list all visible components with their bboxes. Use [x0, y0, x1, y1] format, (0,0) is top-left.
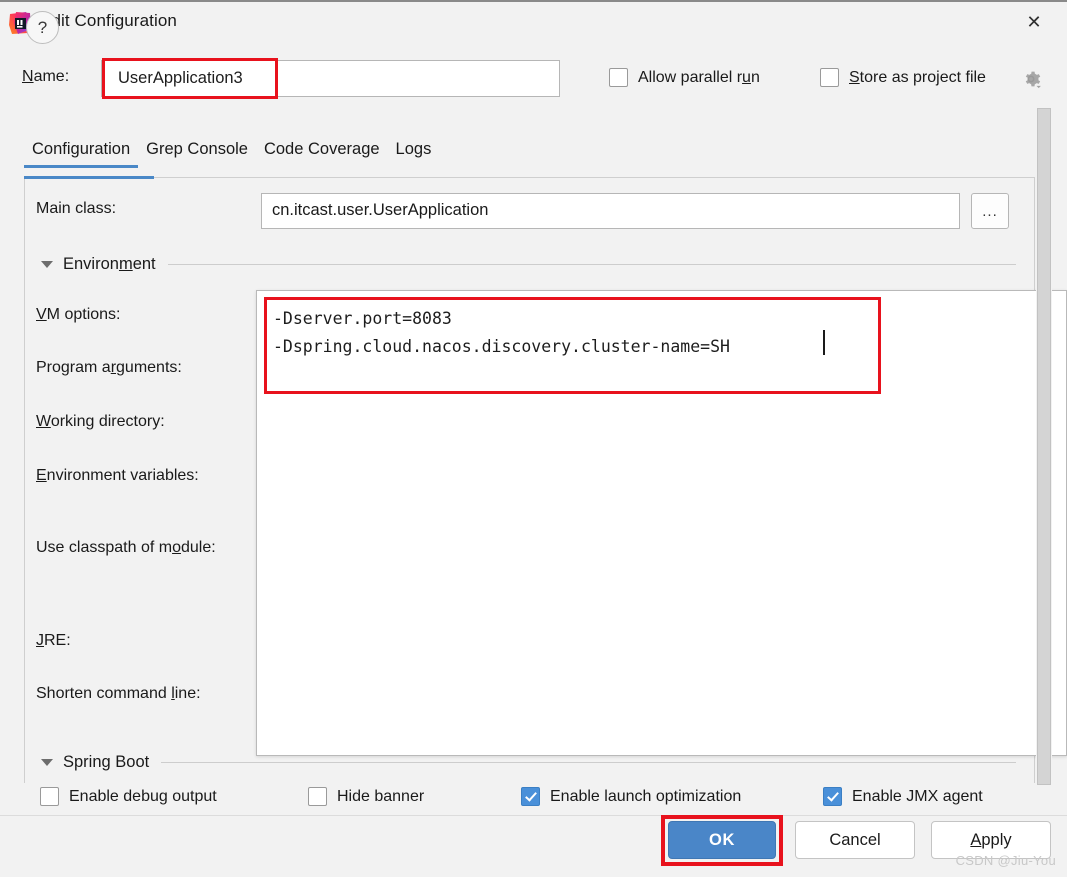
jre-label-mnemonic: J — [36, 632, 44, 649]
tab-logs[interactable]: Logs — [388, 140, 440, 168]
text-caret — [823, 330, 825, 355]
environment-variables-label: Environment variables: — [36, 467, 199, 485]
hide-banner-checkbox-box[interactable] — [308, 787, 327, 806]
title-bar: Edit Configuration ✕ — [0, 0, 1067, 42]
jre-label-post: RE: — [44, 632, 71, 649]
main-class-input-value: cn.itcast.user.UserApplication — [272, 201, 488, 220]
progargs-label-pre: Program a — [36, 359, 111, 376]
workdir-label-mnemonic: W — [36, 413, 51, 430]
store-label-post: tore as project file — [860, 69, 986, 86]
enable-launch-optimization-checkbox-box[interactable] — [521, 787, 540, 806]
store-as-project-file-checkbox-box[interactable] — [820, 68, 839, 87]
vertical-scrollbar-thumb[interactable] — [1037, 108, 1051, 785]
vm-options-expanded-editor[interactable]: -Dserver.port=8083 -Dspring.cloud.nacos.… — [256, 290, 1067, 756]
chevron-down-icon — [41, 261, 53, 268]
workdir-label-post: orking directory: — [51, 413, 165, 430]
tab-grep-console[interactable]: Grep Console — [138, 140, 256, 168]
ok-button[interactable]: OK — [668, 821, 776, 859]
allow-parallel-run-label-post: n — [751, 69, 760, 86]
env-title-pre: Environ — [63, 255, 119, 273]
allow-parallel-run-checkbox-box[interactable] — [609, 68, 628, 87]
environment-section-header[interactable]: Environment — [41, 255, 1016, 274]
env-title-post: ent — [133, 255, 156, 273]
spring-boot-section-header[interactable]: Spring Boot — [41, 753, 1016, 772]
progargs-label-post: guments: — [116, 359, 182, 376]
enable-launch-optimization-checkbox[interactable]: Enable launch optimization — [521, 787, 741, 806]
shorten-label-pre: Shorten command — [36, 685, 171, 702]
name-input[interactable]: UserApplication3 — [101, 60, 560, 97]
name-input-value: UserApplication3 — [118, 69, 243, 88]
apply-label-mnemonic: A — [970, 831, 981, 850]
name-label-rest: ame: — [34, 68, 70, 85]
environment-section-title: Environment — [63, 255, 156, 274]
vm-label-mnemonic: V — [36, 306, 47, 323]
gear-icon[interactable] — [1020, 68, 1042, 90]
close-icon[interactable]: ✕ — [1007, 4, 1061, 40]
store-as-project-file-label: Store as project file — [849, 69, 986, 87]
allow-parallel-run-label-pre: Allow parallel r — [638, 69, 742, 86]
name-label-mnemonic: N — [22, 68, 34, 85]
edit-configuration-dialog: Edit Configuration ✕ Name: UserApplicati… — [0, 0, 1067, 877]
vm-options-text: -Dserver.port=8083 -Dspring.cloud.nacos.… — [273, 305, 730, 361]
main-class-label: Main class: — [36, 200, 116, 218]
name-label: Name: — [22, 68, 69, 86]
envvars-label-mnemonic: E — [36, 467, 47, 484]
enable-debug-output-label: Enable debug output — [69, 788, 217, 806]
shorten-label-post: ine: — [175, 685, 201, 702]
tab-code-coverage[interactable]: Code Coverage — [256, 140, 388, 168]
allow-parallel-run-label: Allow parallel run — [638, 69, 760, 87]
enable-jmx-agent-checkbox[interactable]: Enable JMX agent — [823, 787, 983, 806]
enable-launch-optimization-label: Enable launch optimization — [550, 788, 741, 806]
working-directory-label: Working directory: — [36, 413, 165, 431]
classpath-label-pre: Use classpath of m — [36, 539, 172, 556]
envvars-label-post: nvironment variables: — [47, 467, 199, 484]
vm-options-label: VM options: — [36, 306, 120, 324]
active-tab-indicator — [24, 176, 154, 179]
section-divider — [168, 264, 1016, 265]
enable-debug-output-checkbox[interactable]: Enable debug output — [40, 787, 217, 806]
enable-jmx-agent-label: Enable JMX agent — [852, 788, 983, 806]
spring-boot-section-title: Spring Boot — [63, 753, 149, 772]
hide-banner-checkbox[interactable]: Hide banner — [308, 787, 424, 806]
main-class-browse-button[interactable]: ... — [971, 193, 1009, 229]
shorten-command-line-label: Shorten command line: — [36, 685, 201, 703]
window-title: Edit Configuration — [40, 11, 177, 31]
section-divider — [161, 762, 1016, 763]
allow-parallel-run-checkbox[interactable]: Allow parallel run — [609, 68, 760, 87]
enable-jmx-agent-checkbox-box[interactable] — [823, 787, 842, 806]
allow-parallel-run-label-mnemonic: u — [742, 69, 751, 86]
enable-debug-output-checkbox-box[interactable] — [40, 787, 59, 806]
classpath-label-post: dule: — [181, 539, 216, 556]
jre-label: JRE: — [36, 632, 71, 650]
help-icon[interactable]: ? — [26, 11, 59, 44]
cancel-button[interactable]: Cancel — [795, 821, 915, 859]
store-label-mnemonic: S — [849, 69, 860, 86]
vm-label-post: M options: — [47, 306, 121, 323]
main-class-input[interactable]: cn.itcast.user.UserApplication — [261, 193, 960, 229]
tab-configuration[interactable]: Configuration — [24, 140, 138, 168]
program-arguments-label: Program arguments: — [36, 359, 182, 377]
store-as-project-file-checkbox[interactable]: Store as project file — [820, 68, 986, 87]
use-classpath-of-module-label: Use classpath of module: — [36, 539, 216, 557]
env-title-mnemonic: m — [119, 255, 133, 273]
chevron-down-icon — [41, 759, 53, 766]
classpath-label-mnemonic: o — [172, 539, 181, 556]
watermark: CSDN @Jiu-You — [956, 853, 1056, 868]
hide-banner-label: Hide banner — [337, 788, 424, 806]
spring-boot-options-row: Enable debug output Hide banner Enable l… — [36, 787, 1026, 813]
tab-bar: Configuration Grep Console Code Coverage… — [24, 140, 439, 168]
apply-label-rest: pply — [981, 831, 1011, 850]
